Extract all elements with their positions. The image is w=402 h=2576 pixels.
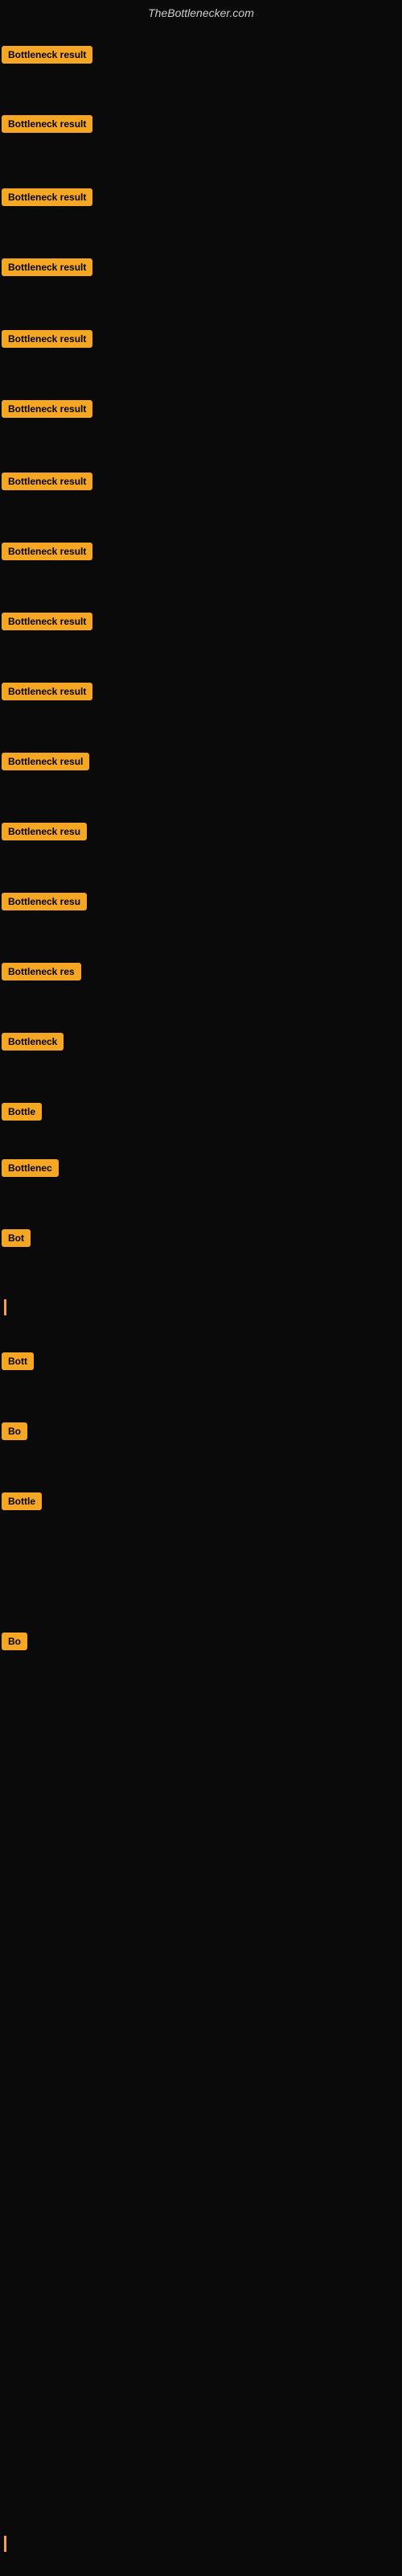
bottleneck-badge[interactable]: Bo bbox=[2, 1422, 27, 1440]
bottleneck-badge-row[interactable]: Bottleneck result bbox=[2, 46, 92, 68]
bottleneck-badge-row[interactable]: Bottleneck resu bbox=[2, 893, 87, 914]
cursor-indicator bbox=[4, 1299, 6, 1315]
bottleneck-badge-row[interactable]: Bottleneck resul bbox=[2, 753, 89, 774]
bottleneck-badge[interactable]: Bot bbox=[2, 1229, 31, 1247]
bottleneck-badge[interactable]: Bottleneck bbox=[2, 1033, 64, 1051]
bottleneck-badge[interactable]: Bottleneck result bbox=[2, 258, 92, 276]
cursor-indicator bbox=[4, 2536, 6, 2552]
bottleneck-badge-row[interactable]: Bottleneck result bbox=[2, 543, 92, 564]
bottleneck-badge-row[interactable]: Bottleneck result bbox=[2, 683, 92, 704]
bottleneck-badge-row[interactable]: Bottleneck result bbox=[2, 473, 92, 494]
bottleneck-badge[interactable]: Bottleneck result bbox=[2, 188, 92, 206]
bottleneck-badge[interactable]: Bottleneck resul bbox=[2, 753, 89, 770]
bottleneck-badge-row[interactable]: Bottle bbox=[2, 1103, 42, 1125]
bottleneck-badge[interactable]: Bottle bbox=[2, 1103, 42, 1121]
bottleneck-badge-row[interactable]: Bottleneck result bbox=[2, 613, 92, 634]
bottleneck-badge[interactable]: Bottleneck result bbox=[2, 683, 92, 700]
bottleneck-badge-row[interactable]: Bottleneck result bbox=[2, 188, 92, 210]
bottleneck-badge[interactable]: Bottleneck result bbox=[2, 46, 92, 64]
bottleneck-badge[interactable]: Bottleneck result bbox=[2, 473, 92, 490]
bottleneck-badge[interactable]: Bott bbox=[2, 1352, 34, 1370]
bottleneck-badge-row[interactable]: Bottleneck res bbox=[2, 963, 81, 985]
site-title: TheBottlenecker.com bbox=[0, 0, 402, 26]
bottleneck-badge[interactable]: Bottlenec bbox=[2, 1159, 59, 1177]
bottleneck-badge[interactable]: Bottleneck resu bbox=[2, 893, 87, 910]
bottleneck-badge[interactable]: Bottleneck result bbox=[2, 400, 92, 418]
bottleneck-badge-row[interactable]: Bottleneck bbox=[2, 1033, 64, 1055]
bottleneck-badge[interactable]: Bottleneck result bbox=[2, 115, 92, 133]
bottleneck-badge[interactable]: Bottleneck result bbox=[2, 330, 92, 348]
bottleneck-badge[interactable]: Bo bbox=[2, 1633, 27, 1650]
bottleneck-badge-row[interactable]: Bottleneck result bbox=[2, 115, 92, 137]
bottleneck-badge[interactable]: Bottleneck result bbox=[2, 613, 92, 630]
bottleneck-badge-row[interactable]: Bot bbox=[2, 1229, 31, 1251]
bottleneck-badge-row[interactable]: Bottlenec bbox=[2, 1159, 59, 1181]
bottleneck-badge-row[interactable]: Bottleneck result bbox=[2, 258, 92, 280]
bottleneck-badge[interactable]: Bottleneck result bbox=[2, 543, 92, 560]
bottleneck-badge-row[interactable]: Bottleneck result bbox=[2, 400, 92, 422]
bottleneck-badge-row[interactable]: Bottle bbox=[2, 1492, 42, 1514]
bottleneck-badge-row[interactable]: Bottleneck resu bbox=[2, 823, 87, 844]
bottleneck-badge[interactable]: Bottle bbox=[2, 1492, 42, 1510]
bottleneck-badge[interactable]: Bottleneck resu bbox=[2, 823, 87, 840]
bottleneck-badge-row[interactable]: Bottleneck result bbox=[2, 330, 92, 352]
bottleneck-badge[interactable]: Bottleneck res bbox=[2, 963, 81, 980]
bottleneck-badge-row[interactable]: Bo bbox=[2, 1633, 27, 1654]
bottleneck-badge-row[interactable]: Bo bbox=[2, 1422, 27, 1444]
site-header: TheBottlenecker.com bbox=[0, 0, 402, 26]
bottleneck-badge-row[interactable]: Bott bbox=[2, 1352, 34, 1374]
